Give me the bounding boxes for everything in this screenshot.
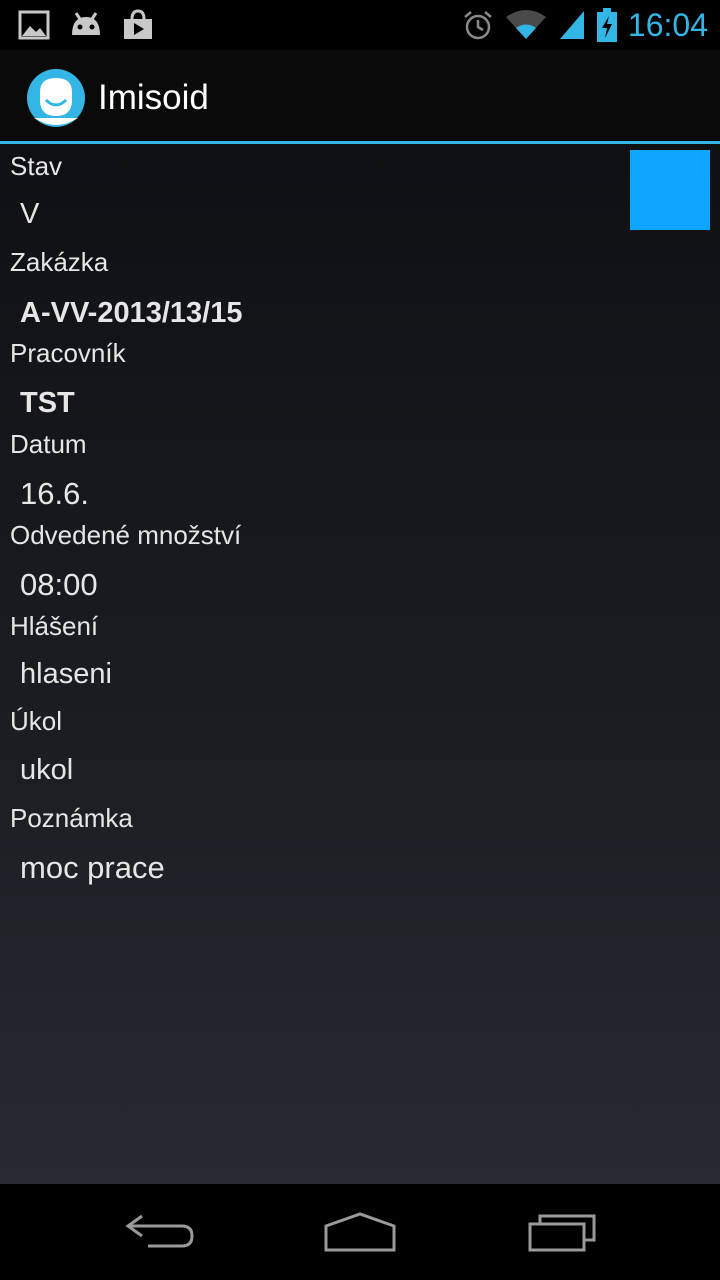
alarm-icon — [464, 11, 492, 40]
label-hlaseni: Hlášení — [10, 611, 99, 641]
back-icon[interactable] — [120, 1208, 200, 1256]
image-icon — [18, 10, 50, 40]
battery-charging-icon — [596, 8, 617, 42]
label-datum: Datum — [10, 429, 87, 459]
signal-icon — [559, 11, 584, 39]
value-pracovnik: TST — [20, 387, 75, 419]
value-datum: 16.6. — [20, 476, 89, 511]
label-ukol: Úkol — [10, 706, 63, 736]
status-color-indicator — [630, 150, 710, 230]
status-bar: 16:04 — [0, 0, 720, 50]
label-stav: Stav — [10, 151, 63, 181]
play-store-icon — [124, 9, 152, 39]
app-face-icon[interactable] — [26, 68, 86, 128]
value-stav: V — [20, 198, 40, 230]
app-title: Imisoid — [98, 78, 209, 117]
value-zakazka: A-VV-2013/13/15 — [20, 297, 243, 329]
label-poznamka: Poznámka — [10, 803, 133, 833]
label-odvedene-mnozstvi: Odvedené množství — [10, 520, 242, 550]
wifi-icon — [505, 10, 546, 39]
android-icon — [72, 12, 100, 35]
detail-content: Stav V Zakázka A-VV-2013/13/15 Pracovník… — [0, 144, 720, 1184]
value-ukol: ukol — [20, 754, 74, 786]
recent-apps-icon[interactable] — [522, 1208, 602, 1256]
navigation-bar — [0, 1184, 720, 1280]
label-pracovnik: Pracovník — [10, 338, 126, 368]
clock: 16:04 — [627, 7, 708, 43]
value-odvedene-mnozstvi: 08:00 — [20, 567, 98, 602]
label-zakazka: Zakázka — [10, 247, 109, 277]
home-icon[interactable] — [320, 1208, 400, 1256]
action-bar: Imisoid — [0, 50, 720, 144]
value-poznamka: moc prace — [20, 850, 165, 885]
value-hlaseni: hlaseni — [20, 658, 112, 690]
